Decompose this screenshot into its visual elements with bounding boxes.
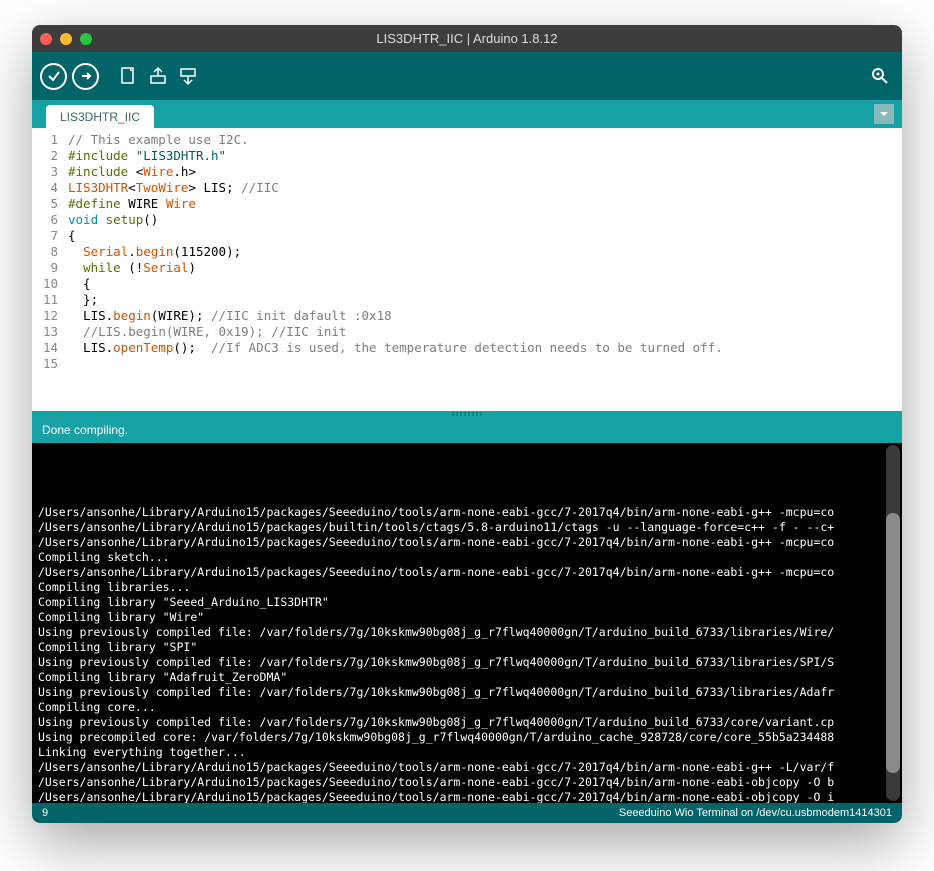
tabbar: LIS3DHTR_IIC: [32, 100, 902, 128]
new-sketch-button[interactable]: [114, 62, 142, 90]
pane-resize-handle[interactable]: [32, 411, 902, 417]
tab-sketch[interactable]: LIS3DHTR_IIC: [46, 105, 154, 128]
arduino-ide-window: LIS3DHTR_IIC | Arduino 1.8.12 LIS3DHTR_I…: [32, 25, 902, 823]
minimize-window-button[interactable]: [60, 33, 72, 45]
upload-button[interactable]: [72, 63, 99, 90]
open-sketch-button[interactable]: [144, 62, 172, 90]
titlebar: LIS3DHTR_IIC | Arduino 1.8.12: [32, 25, 902, 52]
footer-board-port: Seeeduino Wio Terminal on /dev/cu.usbmod…: [619, 807, 892, 819]
window-title: LIS3DHTR_IIC | Arduino 1.8.12: [32, 31, 902, 46]
serial-monitor-button[interactable]: [866, 62, 894, 90]
traffic-lights: [32, 33, 92, 45]
status-bar: Done compiling.: [32, 417, 902, 443]
code-body[interactable]: // This example use I2C.#include "LIS3DH…: [64, 128, 723, 411]
line-gutter: 123456789101112131415: [32, 128, 64, 411]
footer-line-number: 9: [42, 807, 48, 819]
tab-menu-button[interactable]: [874, 104, 894, 124]
footer-bar: 9 Seeeduino Wio Terminal on /dev/cu.usbm…: [32, 803, 902, 823]
build-output-console[interactable]: /Users/ansonhe/Library/Arduino15/package…: [32, 443, 902, 803]
close-window-button[interactable]: [40, 33, 52, 45]
console-scrollbar-thumb[interactable]: [886, 513, 900, 773]
toolbar: [32, 52, 902, 100]
zoom-window-button[interactable]: [80, 33, 92, 45]
save-sketch-button[interactable]: [174, 62, 202, 90]
verify-button[interactable]: [40, 63, 67, 90]
status-message: Done compiling.: [42, 423, 128, 437]
code-editor[interactable]: 123456789101112131415 // This example us…: [32, 128, 902, 411]
